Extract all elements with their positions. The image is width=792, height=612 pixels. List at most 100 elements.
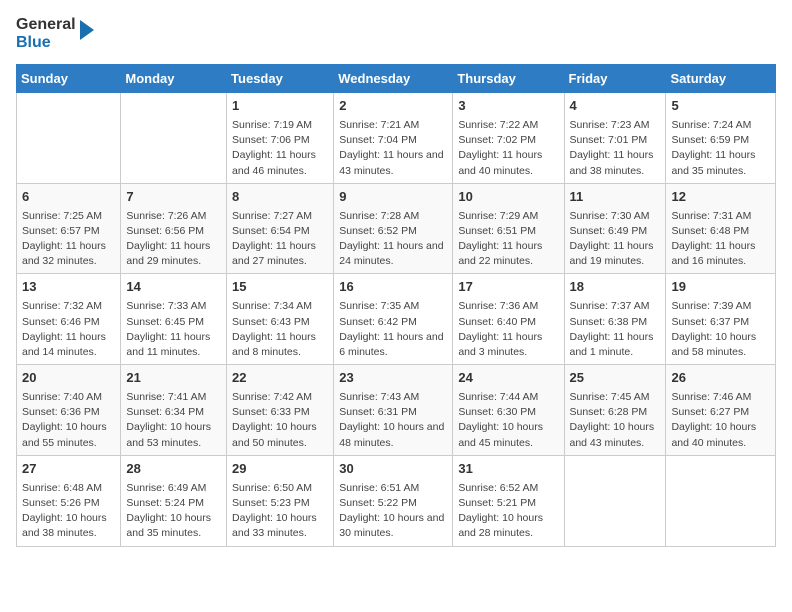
calendar-cell (17, 93, 121, 184)
calendar-cell (121, 93, 227, 184)
calendar-cell: 24Sunrise: 7:44 AM Sunset: 6:30 PM Dayli… (453, 365, 564, 456)
day-number: 3 (458, 97, 558, 116)
calendar-cell: 30 Sunrise: 6:51 AM Sunset: 5:22 PM Dayli… (334, 455, 453, 546)
day-content: Sunrise: 7:23 AM Sunset: 7:01 PM Dayligh… (570, 118, 661, 179)
day-content: Sunrise: 6:52 AM Sunset: 5:21 PM Dayligh… (458, 481, 558, 542)
calendar-cell: 23Sunrise: 7:43 AM Sunset: 6:31 PM Dayli… (334, 365, 453, 456)
day-content: Sunrise: 7:45 AM Sunset: 6:28 PM Dayligh… (570, 390, 661, 451)
day-number: 19 (671, 278, 770, 297)
day-number: 9 (339, 188, 447, 207)
calendar-cell (666, 455, 776, 546)
calendar-cell: 18 Sunrise: 7:37 AM Sunset: 6:38 PM Dayli… (564, 274, 666, 365)
day-number: 17 (458, 278, 558, 297)
calendar-week-row: 6 Sunrise: 7:25 AM Sunset: 6:57 PM Daylig… (17, 183, 776, 274)
day-content: Sunrise: 7:41 AM Sunset: 6:34 PM Dayligh… (126, 390, 221, 451)
day-number: 31 (458, 460, 558, 479)
calendar-week-row: 27 Sunrise: 6:48 AM Sunset: 5:26 PM Dayli… (17, 455, 776, 546)
day-content: Sunrise: 7:35 AM Sunset: 6:42 PM Dayligh… (339, 299, 447, 360)
calendar-cell: 12 Sunrise: 7:31 AM Sunset: 6:48 PM Dayli… (666, 183, 776, 274)
calendar-cell: 28 Sunrise: 6:49 AM Sunset: 5:24 PM Dayli… (121, 455, 227, 546)
day-content: Sunrise: 6:49 AM Sunset: 5:24 PM Dayligh… (126, 481, 221, 542)
calendar-cell: 10 Sunrise: 7:29 AM Sunset: 6:51 PM Dayli… (453, 183, 564, 274)
page-header: General Blue (16, 16, 776, 52)
col-header-wednesday: Wednesday (334, 65, 453, 93)
day-content: Sunrise: 7:25 AM Sunset: 6:57 PM Dayligh… (22, 209, 115, 270)
calendar-table: SundayMondayTuesdayWednesdayThursdayFrid… (16, 64, 776, 547)
calendar-cell: 1Sunrise: 7:19 AM Sunset: 7:06 PM Daylig… (227, 93, 334, 184)
calendar-cell (564, 455, 666, 546)
calendar-cell: 21 Sunrise: 7:41 AM Sunset: 6:34 PM Dayli… (121, 365, 227, 456)
day-number: 4 (570, 97, 661, 116)
logo-container: General Blue (16, 16, 94, 52)
day-content: Sunrise: 7:31 AM Sunset: 6:48 PM Dayligh… (671, 209, 770, 270)
day-content: Sunrise: 6:51 AM Sunset: 5:22 PM Dayligh… (339, 481, 447, 542)
day-number: 10 (458, 188, 558, 207)
day-content: Sunrise: 7:37 AM Sunset: 6:38 PM Dayligh… (570, 299, 661, 360)
day-number: 18 (570, 278, 661, 297)
col-header-tuesday: Tuesday (227, 65, 334, 93)
day-number: 22 (232, 369, 328, 388)
calendar-cell: 17 Sunrise: 7:36 AM Sunset: 6:40 PM Dayli… (453, 274, 564, 365)
logo-arrow-icon (80, 20, 94, 40)
day-number: 27 (22, 460, 115, 479)
logo-text: General Blue (16, 16, 76, 52)
calendar-cell: 25 Sunrise: 7:45 AM Sunset: 6:28 PM Dayli… (564, 365, 666, 456)
day-number: 7 (126, 188, 221, 207)
calendar-cell: 19 Sunrise: 7:39 AM Sunset: 6:37 PM Dayli… (666, 274, 776, 365)
day-number: 11 (570, 188, 661, 207)
day-content: Sunrise: 7:33 AM Sunset: 6:45 PM Dayligh… (126, 299, 221, 360)
day-content: Sunrise: 7:29 AM Sunset: 6:51 PM Dayligh… (458, 209, 558, 270)
day-number: 30 (339, 460, 447, 479)
day-number: 6 (22, 188, 115, 207)
day-content: Sunrise: 7:26 AM Sunset: 6:56 PM Dayligh… (126, 209, 221, 270)
calendar-cell: 31 Sunrise: 6:52 AM Sunset: 5:21 PM Dayli… (453, 455, 564, 546)
day-number: 20 (22, 369, 115, 388)
calendar-week-row: 1Sunrise: 7:19 AM Sunset: 7:06 PM Daylig… (17, 93, 776, 184)
day-number: 16 (339, 278, 447, 297)
calendar-cell: 15Sunrise: 7:34 AM Sunset: 6:43 PM Dayli… (227, 274, 334, 365)
day-number: 13 (22, 278, 115, 297)
day-content: Sunrise: 7:40 AM Sunset: 6:36 PM Dayligh… (22, 390, 115, 451)
col-header-sunday: Sunday (17, 65, 121, 93)
calendar-header-row: SundayMondayTuesdayWednesdayThursdayFrid… (17, 65, 776, 93)
day-number: 29 (232, 460, 328, 479)
col-header-friday: Friday (564, 65, 666, 93)
day-number: 24 (458, 369, 558, 388)
calendar-week-row: 13 Sunrise: 7:32 AM Sunset: 6:46 PM Dayli… (17, 274, 776, 365)
col-header-thursday: Thursday (453, 65, 564, 93)
calendar-cell: 22 Sunrise: 7:42 AM Sunset: 6:33 PM Dayli… (227, 365, 334, 456)
day-number: 21 (126, 369, 221, 388)
day-content: Sunrise: 6:50 AM Sunset: 5:23 PM Dayligh… (232, 481, 328, 542)
calendar-cell: 16 Sunrise: 7:35 AM Sunset: 6:42 PM Dayli… (334, 274, 453, 365)
day-content: Sunrise: 7:32 AM Sunset: 6:46 PM Dayligh… (22, 299, 115, 360)
day-number: 26 (671, 369, 770, 388)
day-content: Sunrise: 7:39 AM Sunset: 6:37 PM Dayligh… (671, 299, 770, 360)
day-number: 1 (232, 97, 328, 116)
calendar-cell: 8Sunrise: 7:27 AM Sunset: 6:54 PM Daylig… (227, 183, 334, 274)
day-content: Sunrise: 7:30 AM Sunset: 6:49 PM Dayligh… (570, 209, 661, 270)
calendar-cell: 5Sunrise: 7:24 AM Sunset: 6:59 PM Daylig… (666, 93, 776, 184)
day-number: 14 (126, 278, 221, 297)
col-header-saturday: Saturday (666, 65, 776, 93)
calendar-cell: 13 Sunrise: 7:32 AM Sunset: 6:46 PM Dayli… (17, 274, 121, 365)
calendar-cell: 11 Sunrise: 7:30 AM Sunset: 6:49 PM Dayli… (564, 183, 666, 274)
day-content: Sunrise: 7:24 AM Sunset: 6:59 PM Dayligh… (671, 118, 770, 179)
day-content: Sunrise: 7:22 AM Sunset: 7:02 PM Dayligh… (458, 118, 558, 179)
day-content: Sunrise: 7:34 AM Sunset: 6:43 PM Dayligh… (232, 299, 328, 360)
calendar-cell: 26Sunrise: 7:46 AM Sunset: 6:27 PM Dayli… (666, 365, 776, 456)
calendar-cell: 4 Sunrise: 7:23 AM Sunset: 7:01 PM Daylig… (564, 93, 666, 184)
day-number: 12 (671, 188, 770, 207)
day-number: 28 (126, 460, 221, 479)
day-content: Sunrise: 6:48 AM Sunset: 5:26 PM Dayligh… (22, 481, 115, 542)
calendar-cell: 6 Sunrise: 7:25 AM Sunset: 6:57 PM Daylig… (17, 183, 121, 274)
day-content: Sunrise: 7:28 AM Sunset: 6:52 PM Dayligh… (339, 209, 447, 270)
calendar-cell: 3 Sunrise: 7:22 AM Sunset: 7:02 PM Daylig… (453, 93, 564, 184)
logo-general: General (16, 16, 76, 33)
calendar-cell: 20 Sunrise: 7:40 AM Sunset: 6:36 PM Dayli… (17, 365, 121, 456)
day-content: Sunrise: 7:36 AM Sunset: 6:40 PM Dayligh… (458, 299, 558, 360)
logo: General Blue (16, 16, 94, 52)
day-content: Sunrise: 7:43 AM Sunset: 6:31 PM Dayligh… (339, 390, 447, 451)
day-content: Sunrise: 7:42 AM Sunset: 6:33 PM Dayligh… (232, 390, 328, 451)
day-number: 8 (232, 188, 328, 207)
day-number: 25 (570, 369, 661, 388)
